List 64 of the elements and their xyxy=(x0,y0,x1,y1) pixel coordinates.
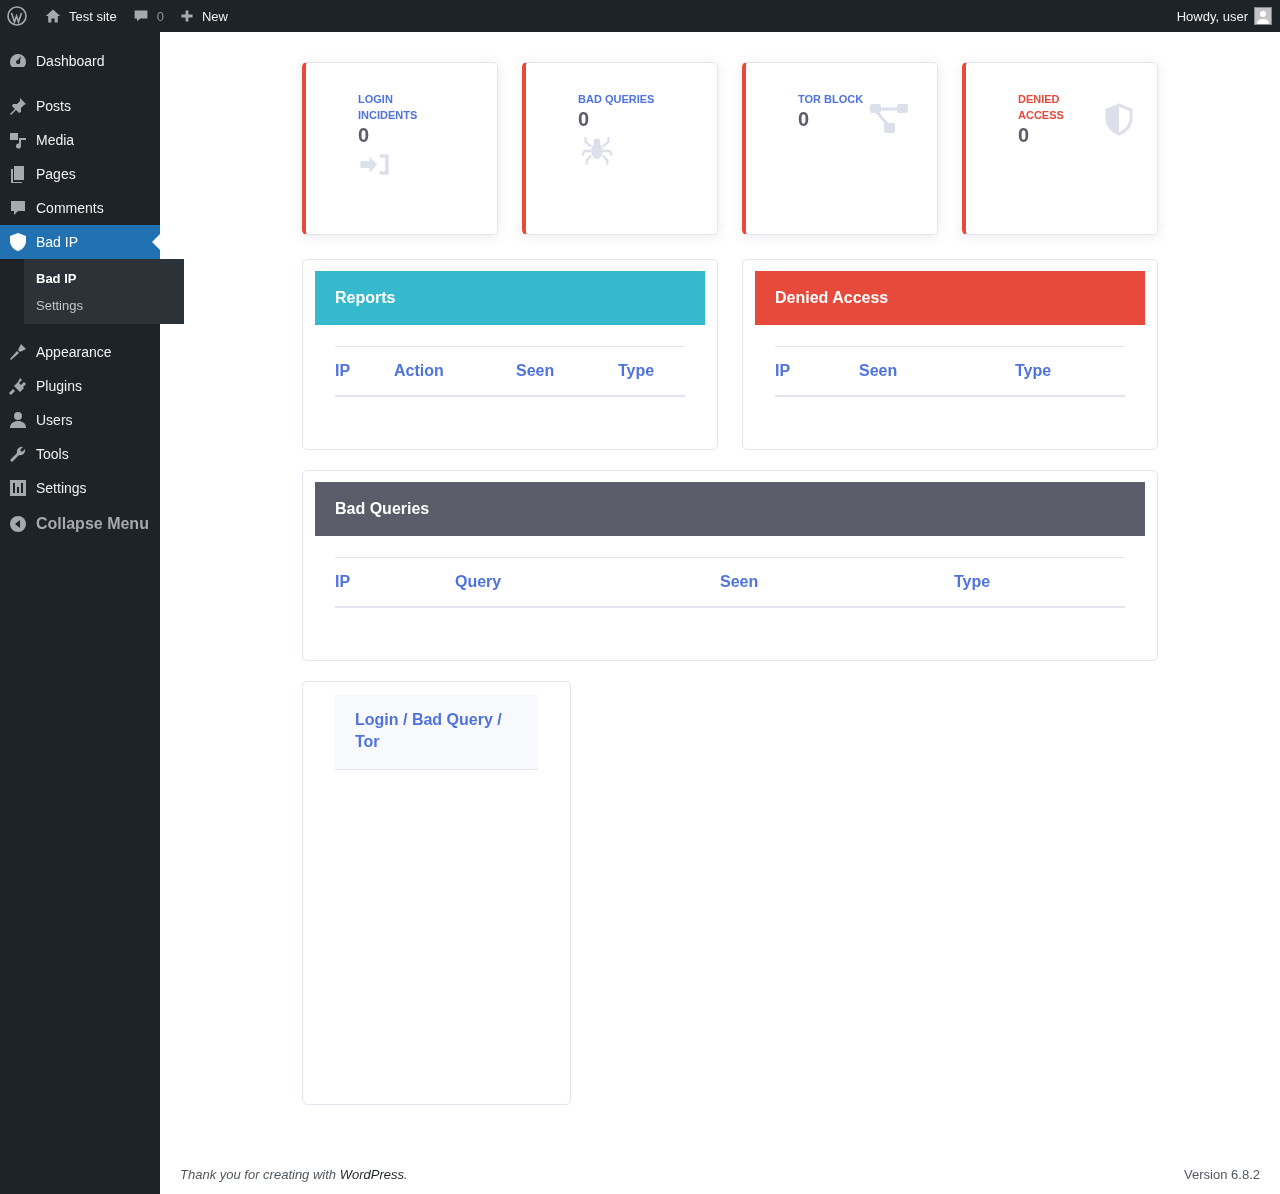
wordpress-link[interactable]: WordPress xyxy=(339,1167,404,1182)
sidebar-item[interactable]: Bad IP xyxy=(0,225,160,259)
sidebar-item[interactable]: Posts xyxy=(0,89,160,123)
sidebar-item[interactable]: Pages xyxy=(0,157,160,191)
shield-icon xyxy=(1104,103,1134,136)
sidebar-item[interactable]: Comments xyxy=(0,191,160,225)
sidebar-item[interactable]: Tools xyxy=(0,437,160,471)
sidebar-item[interactable]: Settings xyxy=(0,471,160,505)
stat-value: 0 xyxy=(798,107,810,131)
column-header[interactable]: Seen xyxy=(516,362,618,380)
column-header[interactable]: IP xyxy=(335,362,394,380)
collapse-menu-button[interactable]: Collapse Menu xyxy=(0,507,160,541)
submenu-item[interactable]: Bad IP xyxy=(24,265,184,292)
sidebar-item[interactable]: Media xyxy=(0,123,160,157)
comment-icon xyxy=(8,198,28,218)
chart-heading: Login / Bad Query / Tor xyxy=(335,695,538,770)
version-text: Version 6.8.2 xyxy=(1184,1167,1260,1182)
sidebar-item[interactable]: Dashboard xyxy=(0,44,160,78)
new-link[interactable]: New xyxy=(201,8,228,24)
shield-icon xyxy=(8,232,28,252)
sidebar-item[interactable]: Users xyxy=(0,403,160,437)
plug-icon xyxy=(8,376,28,396)
column-header[interactable]: Seen xyxy=(859,362,1015,380)
column-header[interactable]: Action xyxy=(394,362,516,380)
column-header[interactable]: Type xyxy=(618,362,685,380)
panel-header: Denied Access xyxy=(755,271,1145,325)
greeting-link[interactable]: Howdy, user xyxy=(1176,8,1248,24)
home-icon xyxy=(45,8,61,24)
media-icon xyxy=(8,130,28,150)
column-header[interactable]: IP xyxy=(335,573,455,591)
brush-icon xyxy=(8,342,28,362)
comment-count[interactable]: 0 xyxy=(156,8,164,24)
panel-header: Bad Queries xyxy=(315,482,1145,536)
sliders-icon xyxy=(8,478,28,498)
comment-icon xyxy=(132,8,149,24)
user-icon xyxy=(8,410,28,430)
sidebar-item[interactable]: Plugins xyxy=(0,369,160,403)
sign-in-icon xyxy=(358,151,390,178)
submenu-item[interactable]: Settings xyxy=(24,292,184,319)
plus-icon xyxy=(179,9,194,23)
column-header[interactable]: Seen xyxy=(720,573,954,591)
stat-value: 0 xyxy=(358,123,370,147)
network-icon xyxy=(869,103,910,134)
wrench-icon xyxy=(8,444,28,464)
collapse-icon xyxy=(8,514,28,534)
logo-icon[interactable] xyxy=(7,6,27,26)
stat-label: LOGIN INCIDENTS xyxy=(358,92,419,123)
stat-label: TOR BLOCK xyxy=(798,92,864,107)
column-header[interactable]: Type xyxy=(1015,362,1125,380)
stat-value: 0 xyxy=(1018,123,1030,147)
pin-icon xyxy=(8,96,28,116)
stat-value: 0 xyxy=(578,107,590,131)
sidebar-item[interactable]: Appearance xyxy=(0,335,160,369)
stat-label: BAD QUERIES xyxy=(578,92,655,107)
current-pointer-icon xyxy=(152,234,160,250)
column-header[interactable]: IP xyxy=(775,362,859,380)
stat-label: DENIED ACCESS xyxy=(1018,92,1065,123)
panel-header: Reports xyxy=(315,271,705,325)
spider-icon xyxy=(578,135,616,167)
column-header[interactable]: Type xyxy=(954,573,1125,591)
column-header[interactable]: Query xyxy=(455,573,720,591)
site-link[interactable]: Test site xyxy=(69,8,117,24)
footer-text: Thank you for creating with WordPress. xyxy=(180,1167,408,1182)
avatar-icon[interactable] xyxy=(1254,7,1272,25)
